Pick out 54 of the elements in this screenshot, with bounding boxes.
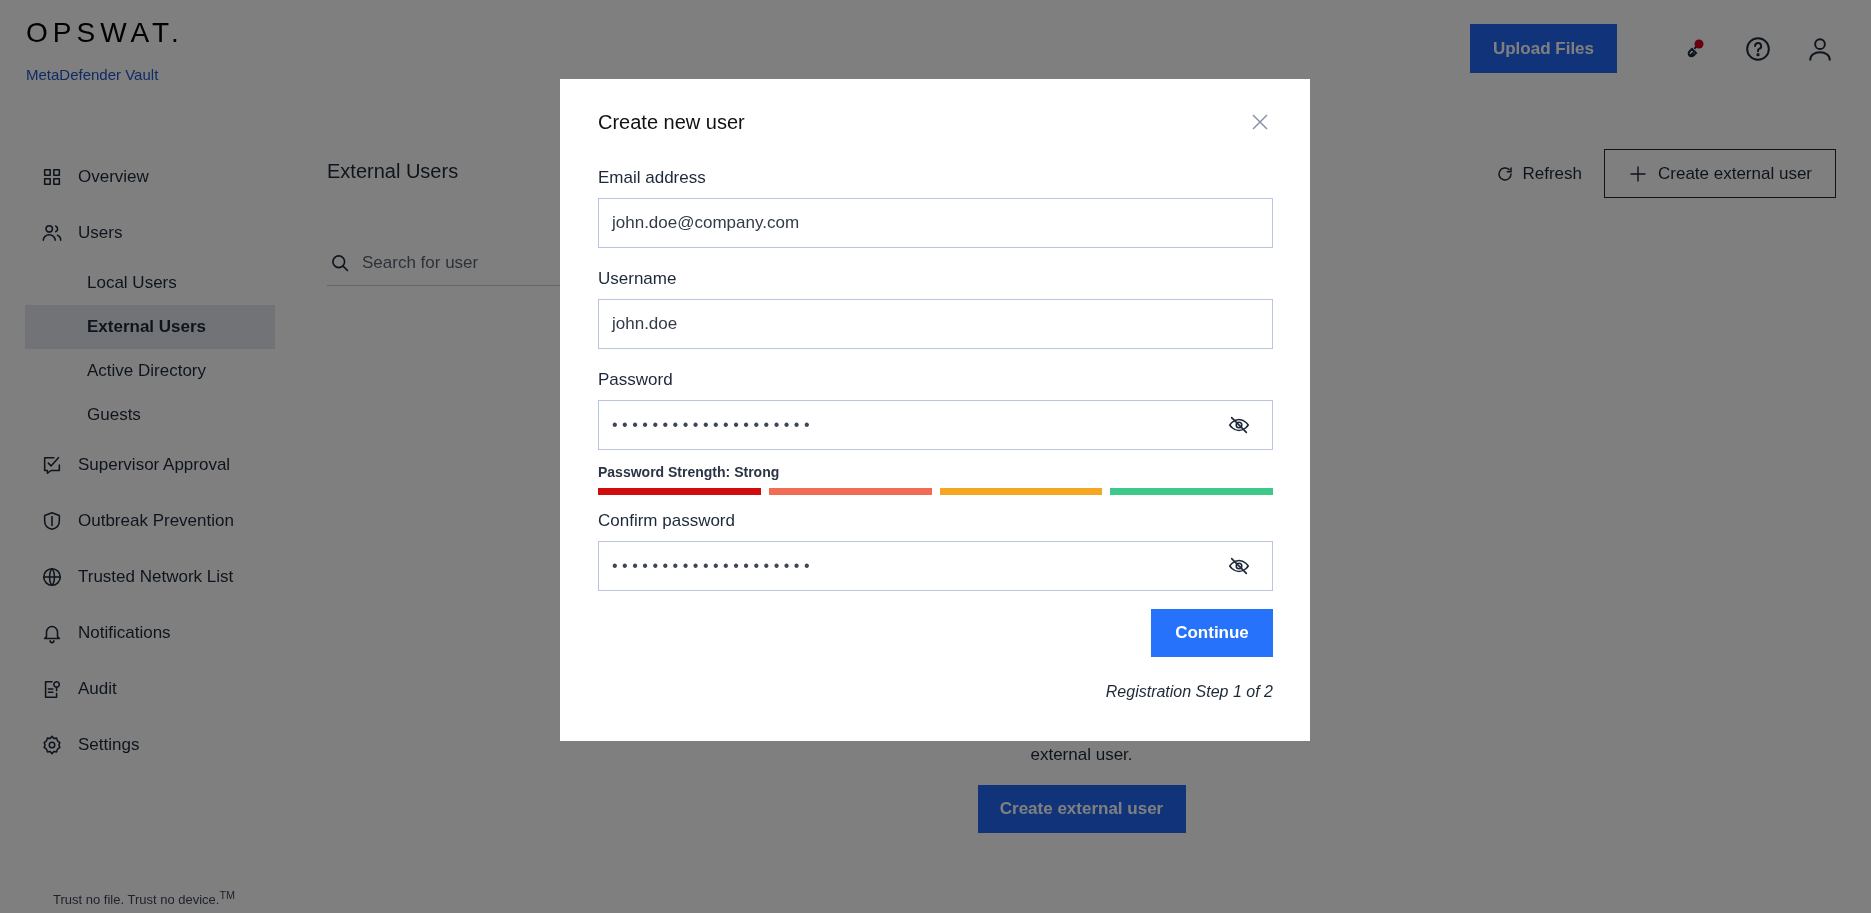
dialog-title: Create new user (598, 110, 745, 134)
password-field[interactable]: •••••••••••••••••••• (598, 541, 1273, 591)
sidebar-item[interactable]: Audit (25, 661, 275, 717)
user-icon[interactable] (1807, 35, 1833, 62)
continue-button[interactable]: Continue (1151, 609, 1273, 657)
sidebar-subitem[interactable]: Local Users (25, 261, 275, 305)
product-name: MetaDefender Vault (26, 66, 160, 84)
sidebar-item[interactable]: Supervisor Approval (25, 437, 275, 493)
refresh-button[interactable]: Refresh (1496, 163, 1582, 184)
page-title: External Users (327, 159, 459, 183)
sidebar-subitem[interactable]: External Users (25, 305, 275, 349)
sidebar-item[interactable]: Notifications (25, 605, 275, 661)
sidebar-item-label: Overview (78, 167, 149, 187)
sidebar-subitem[interactable]: Active Directory (25, 349, 275, 393)
sidebar-item-label: Outbreak Prevention (78, 511, 234, 531)
eye-off-icon[interactable] (1228, 414, 1250, 436)
sidebar-item[interactable]: Users (25, 205, 275, 261)
password-strength-label: Password Strength: Strong (598, 464, 781, 480)
sidebar-item-label: Trusted Network List (78, 567, 234, 587)
logo: OPSWAT. (26, 18, 184, 48)
close-icon[interactable] (1252, 114, 1268, 130)
sidebar-item-label: Settings (78, 735, 140, 755)
eye-off-icon[interactable] (1228, 555, 1250, 577)
password-field[interactable]: •••••••••••••••••••• (598, 400, 1273, 450)
shield-icon (41, 510, 63, 532)
sidebar-item[interactable]: Settings (25, 717, 275, 773)
users-icon (41, 222, 63, 244)
input-field[interactable]: john.doe@company.com (598, 198, 1273, 248)
settings-icon (41, 734, 63, 756)
field-label: Password (598, 370, 674, 390)
sidebar-subitem[interactable]: Guests (25, 393, 275, 437)
globe-icon (41, 566, 63, 588)
tagline: Trust no file. Trust no device.$^{TM}$ (53, 888, 237, 907)
sidebar-item-label: Supervisor Approval (78, 455, 231, 475)
input-field[interactable]: john.doe (598, 299, 1273, 349)
sidebar-item-label: Users (78, 223, 123, 243)
search-icon (330, 252, 350, 273)
sidebar-item-label: Audit (78, 679, 117, 699)
upload-files-button[interactable]: Upload Files (1470, 24, 1617, 73)
field-label: Username (598, 269, 678, 289)
empty-state-text: external user. (1030, 744, 1133, 766)
sidebar-item[interactable]: Trusted Network List (25, 549, 275, 605)
field-label: Confirm password (598, 511, 736, 531)
sidebar-item-label: Notifications (78, 623, 171, 643)
sidebar-item[interactable]: Outbreak Prevention (25, 493, 275, 549)
checkbox-message-icon (41, 454, 63, 476)
refresh-icon (1496, 164, 1515, 183)
field-label: Email address (598, 168, 707, 188)
help-icon[interactable] (1745, 35, 1771, 62)
create-external-user-button[interactable]: Create external user (977, 785, 1186, 833)
grid-icon (41, 166, 63, 188)
sidebar-item[interactable]: Overview (25, 149, 275, 205)
registration-step: Registration Step 1 of 2 (1105, 683, 1273, 701)
create-external-user-button[interactable]: Create external user (1604, 149, 1836, 198)
